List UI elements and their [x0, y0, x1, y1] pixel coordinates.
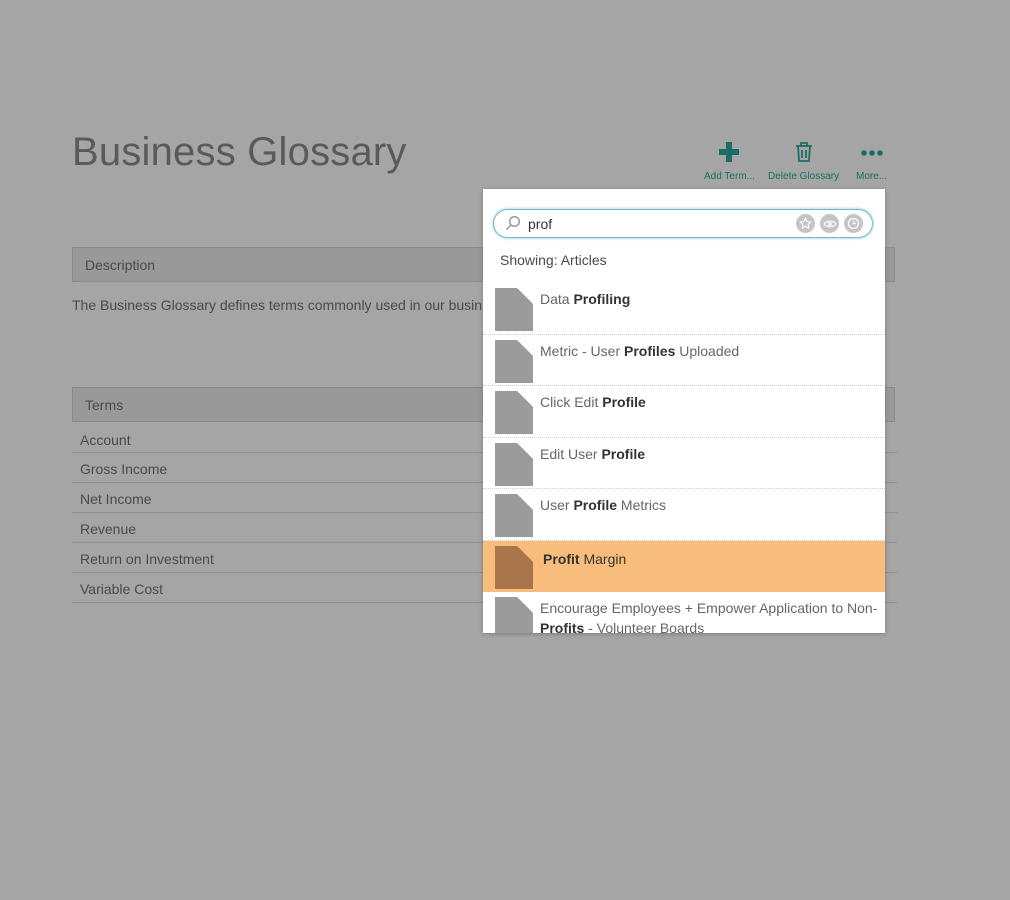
- search-result-item[interactable]: User Profile Metrics: [483, 489, 885, 541]
- showing-label: Showing: Articles: [500, 252, 607, 268]
- search-icon: [505, 215, 521, 236]
- title-suffix: Margin: [579, 550, 627, 567]
- search-result-item[interactable]: Edit User Profile: [483, 438, 885, 491]
- title-suffix: Uploaded: [675, 342, 740, 359]
- title-match: Profile: [573, 497, 618, 513]
- title-suffix: - Volunteer Boards: [584, 620, 705, 633]
- search-result-title: Metric - User Profiles Uploaded: [540, 341, 880, 361]
- clock-filter-icon[interactable]: [844, 214, 863, 233]
- title-prefix: Edit User: [540, 445, 602, 462]
- add-term-button[interactable]: Add Term...: [704, 138, 755, 182]
- title-prefix: Metric - User: [540, 342, 624, 359]
- add-term-label: Add Term...: [704, 171, 755, 182]
- search-result-title: Data Profiling: [540, 289, 880, 309]
- title-match: Profit: [543, 550, 580, 567]
- title-match: Profits: [540, 620, 585, 633]
- document-icon: [495, 545, 533, 594]
- description-text: The Business Glossary defines terms comm…: [72, 297, 483, 313]
- more-button[interactable]: More...: [856, 138, 887, 182]
- page-title: Business Glossary: [72, 130, 407, 174]
- search-input[interactable]: [528, 214, 778, 234]
- trash-icon: [791, 138, 817, 166]
- search-result-title: Profit Margin: [543, 549, 883, 569]
- star-filter-icon[interactable]: [796, 214, 815, 233]
- ellipsis-icon: [859, 138, 885, 166]
- title-suffix: Metrics: [617, 497, 667, 513]
- plus-icon: [716, 138, 742, 166]
- search-result-title: Encourage Employees + Empower Applicatio…: [540, 598, 880, 633]
- search-result-title: User Profile Metrics: [540, 495, 880, 515]
- search-result-item[interactable]: Data Profiling: [483, 283, 885, 335]
- document-icon: [495, 442, 533, 491]
- search-box[interactable]: [493, 209, 873, 238]
- title-prefix: User: [540, 497, 574, 513]
- document-icon: [495, 597, 533, 633]
- title-match: Profiling: [573, 291, 631, 307]
- delete-glossary-button[interactable]: Delete Glossary: [768, 138, 839, 182]
- title-prefix: Click Edit: [540, 394, 603, 410]
- search-result-item[interactable]: Encourage Employees + Empower Applicatio…: [483, 592, 885, 633]
- title-match: Profiles: [624, 342, 676, 359]
- title-prefix: Data: [540, 291, 574, 307]
- search-results: Data Profiling Metric - User Profiles Upl…: [483, 283, 885, 633]
- search-dropdown: Showing: Articles Data Profiling Metric -…: [483, 189, 885, 633]
- delete-glossary-label: Delete Glossary: [768, 171, 840, 182]
- more-label: More...: [856, 171, 888, 182]
- document-icon: [495, 494, 533, 542]
- title-prefix: Encourage Employees + Empower Applicatio…: [540, 600, 878, 616]
- title-match: Profile: [601, 445, 646, 462]
- search-result-item[interactable]: Metric - User Profiles Uploaded: [483, 335, 885, 388]
- title-match: Profile: [602, 394, 646, 410]
- document-icon: [495, 288, 533, 336]
- search-result-item[interactable]: Click Edit Profile: [483, 386, 885, 438]
- document-icon: [495, 391, 533, 439]
- document-icon: [495, 339, 533, 388]
- search-result-item[interactable]: Profit Margin: [483, 540, 885, 594]
- eye-filter-icon[interactable]: [820, 214, 839, 233]
- search-result-title: Click Edit Profile: [540, 392, 880, 412]
- search-result-title: Edit User Profile: [540, 444, 880, 464]
